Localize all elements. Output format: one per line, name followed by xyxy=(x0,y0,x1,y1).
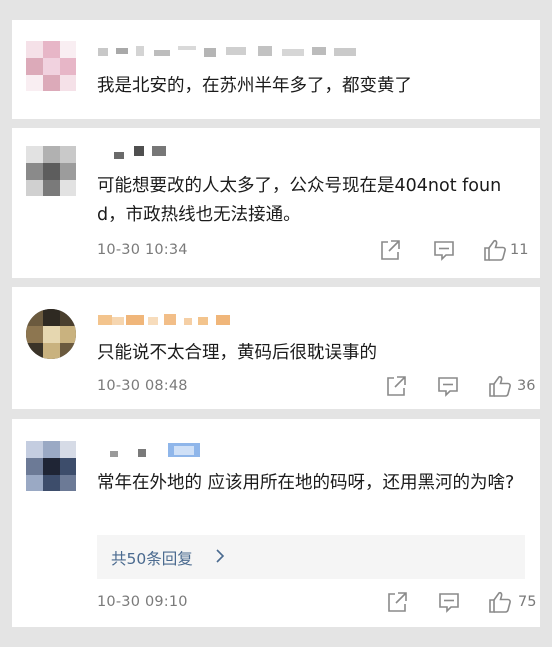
comment-card: 只能说不太合理，黄码后很耽误事的 10-30 08:48 36 xyxy=(12,287,540,409)
username-blurred[interactable] xyxy=(98,44,378,58)
comment-icon[interactable] xyxy=(437,374,459,400)
comment-meta: 10-30 09:10 75 xyxy=(97,590,536,616)
like-count: 75 xyxy=(518,594,537,610)
like-count: 11 xyxy=(510,242,529,258)
comment-icon[interactable] xyxy=(438,590,460,616)
avatar[interactable] xyxy=(26,41,76,91)
replies-link[interactable]: 共50条回复 xyxy=(97,535,525,579)
comment-text: 只能说不太合理，黄码后很耽误事的 xyxy=(97,343,377,363)
comment-text: 可能想要改的人太多了，公众号现在是404not found，市政热线也无法接通。 xyxy=(97,176,502,225)
thumbs-up-icon[interactable] xyxy=(488,374,512,400)
comment-meta: 10-30 10:34 11 xyxy=(97,238,529,264)
comment-text: 常年在外地的 应该用所在地的码呀，还用黑河的为啥? xyxy=(97,473,515,493)
comment-card: 常年在外地的 应该用所在地的码呀，还用黑河的为啥? 共50条回复 10-30 0… xyxy=(12,419,540,627)
comment-card: 可能想要改的人太多了，公众号现在是404not found，市政热线也无法接通。… xyxy=(12,128,540,278)
comment-card: 我是北安的，在苏州半年多了，都变黄了 xyxy=(12,20,540,119)
timestamp: 10-30 10:34 xyxy=(97,242,188,258)
share-icon[interactable] xyxy=(379,238,401,264)
avatar[interactable] xyxy=(26,441,76,491)
timestamp: 10-30 09:10 xyxy=(97,594,188,610)
comment-meta: 10-30 08:48 36 xyxy=(97,374,535,400)
username-blurred[interactable] xyxy=(98,146,178,160)
chevron-right-icon xyxy=(215,548,225,568)
avatar[interactable] xyxy=(26,146,76,196)
username-blurred[interactable] xyxy=(98,313,238,327)
timestamp: 10-30 08:48 xyxy=(97,378,188,394)
comment-icon[interactable] xyxy=(433,238,455,264)
share-icon[interactable] xyxy=(385,374,407,400)
avatar[interactable] xyxy=(26,309,76,359)
thumbs-up-icon[interactable] xyxy=(488,590,512,616)
replies-count: 共50条回复 xyxy=(111,550,193,568)
like-count: 36 xyxy=(517,378,536,394)
comment-text: 我是北安的，在苏州半年多了，都变黄了 xyxy=(97,76,412,96)
share-icon[interactable] xyxy=(386,590,408,616)
thumbs-up-icon[interactable] xyxy=(483,238,507,264)
username-blurred[interactable] xyxy=(98,443,208,461)
